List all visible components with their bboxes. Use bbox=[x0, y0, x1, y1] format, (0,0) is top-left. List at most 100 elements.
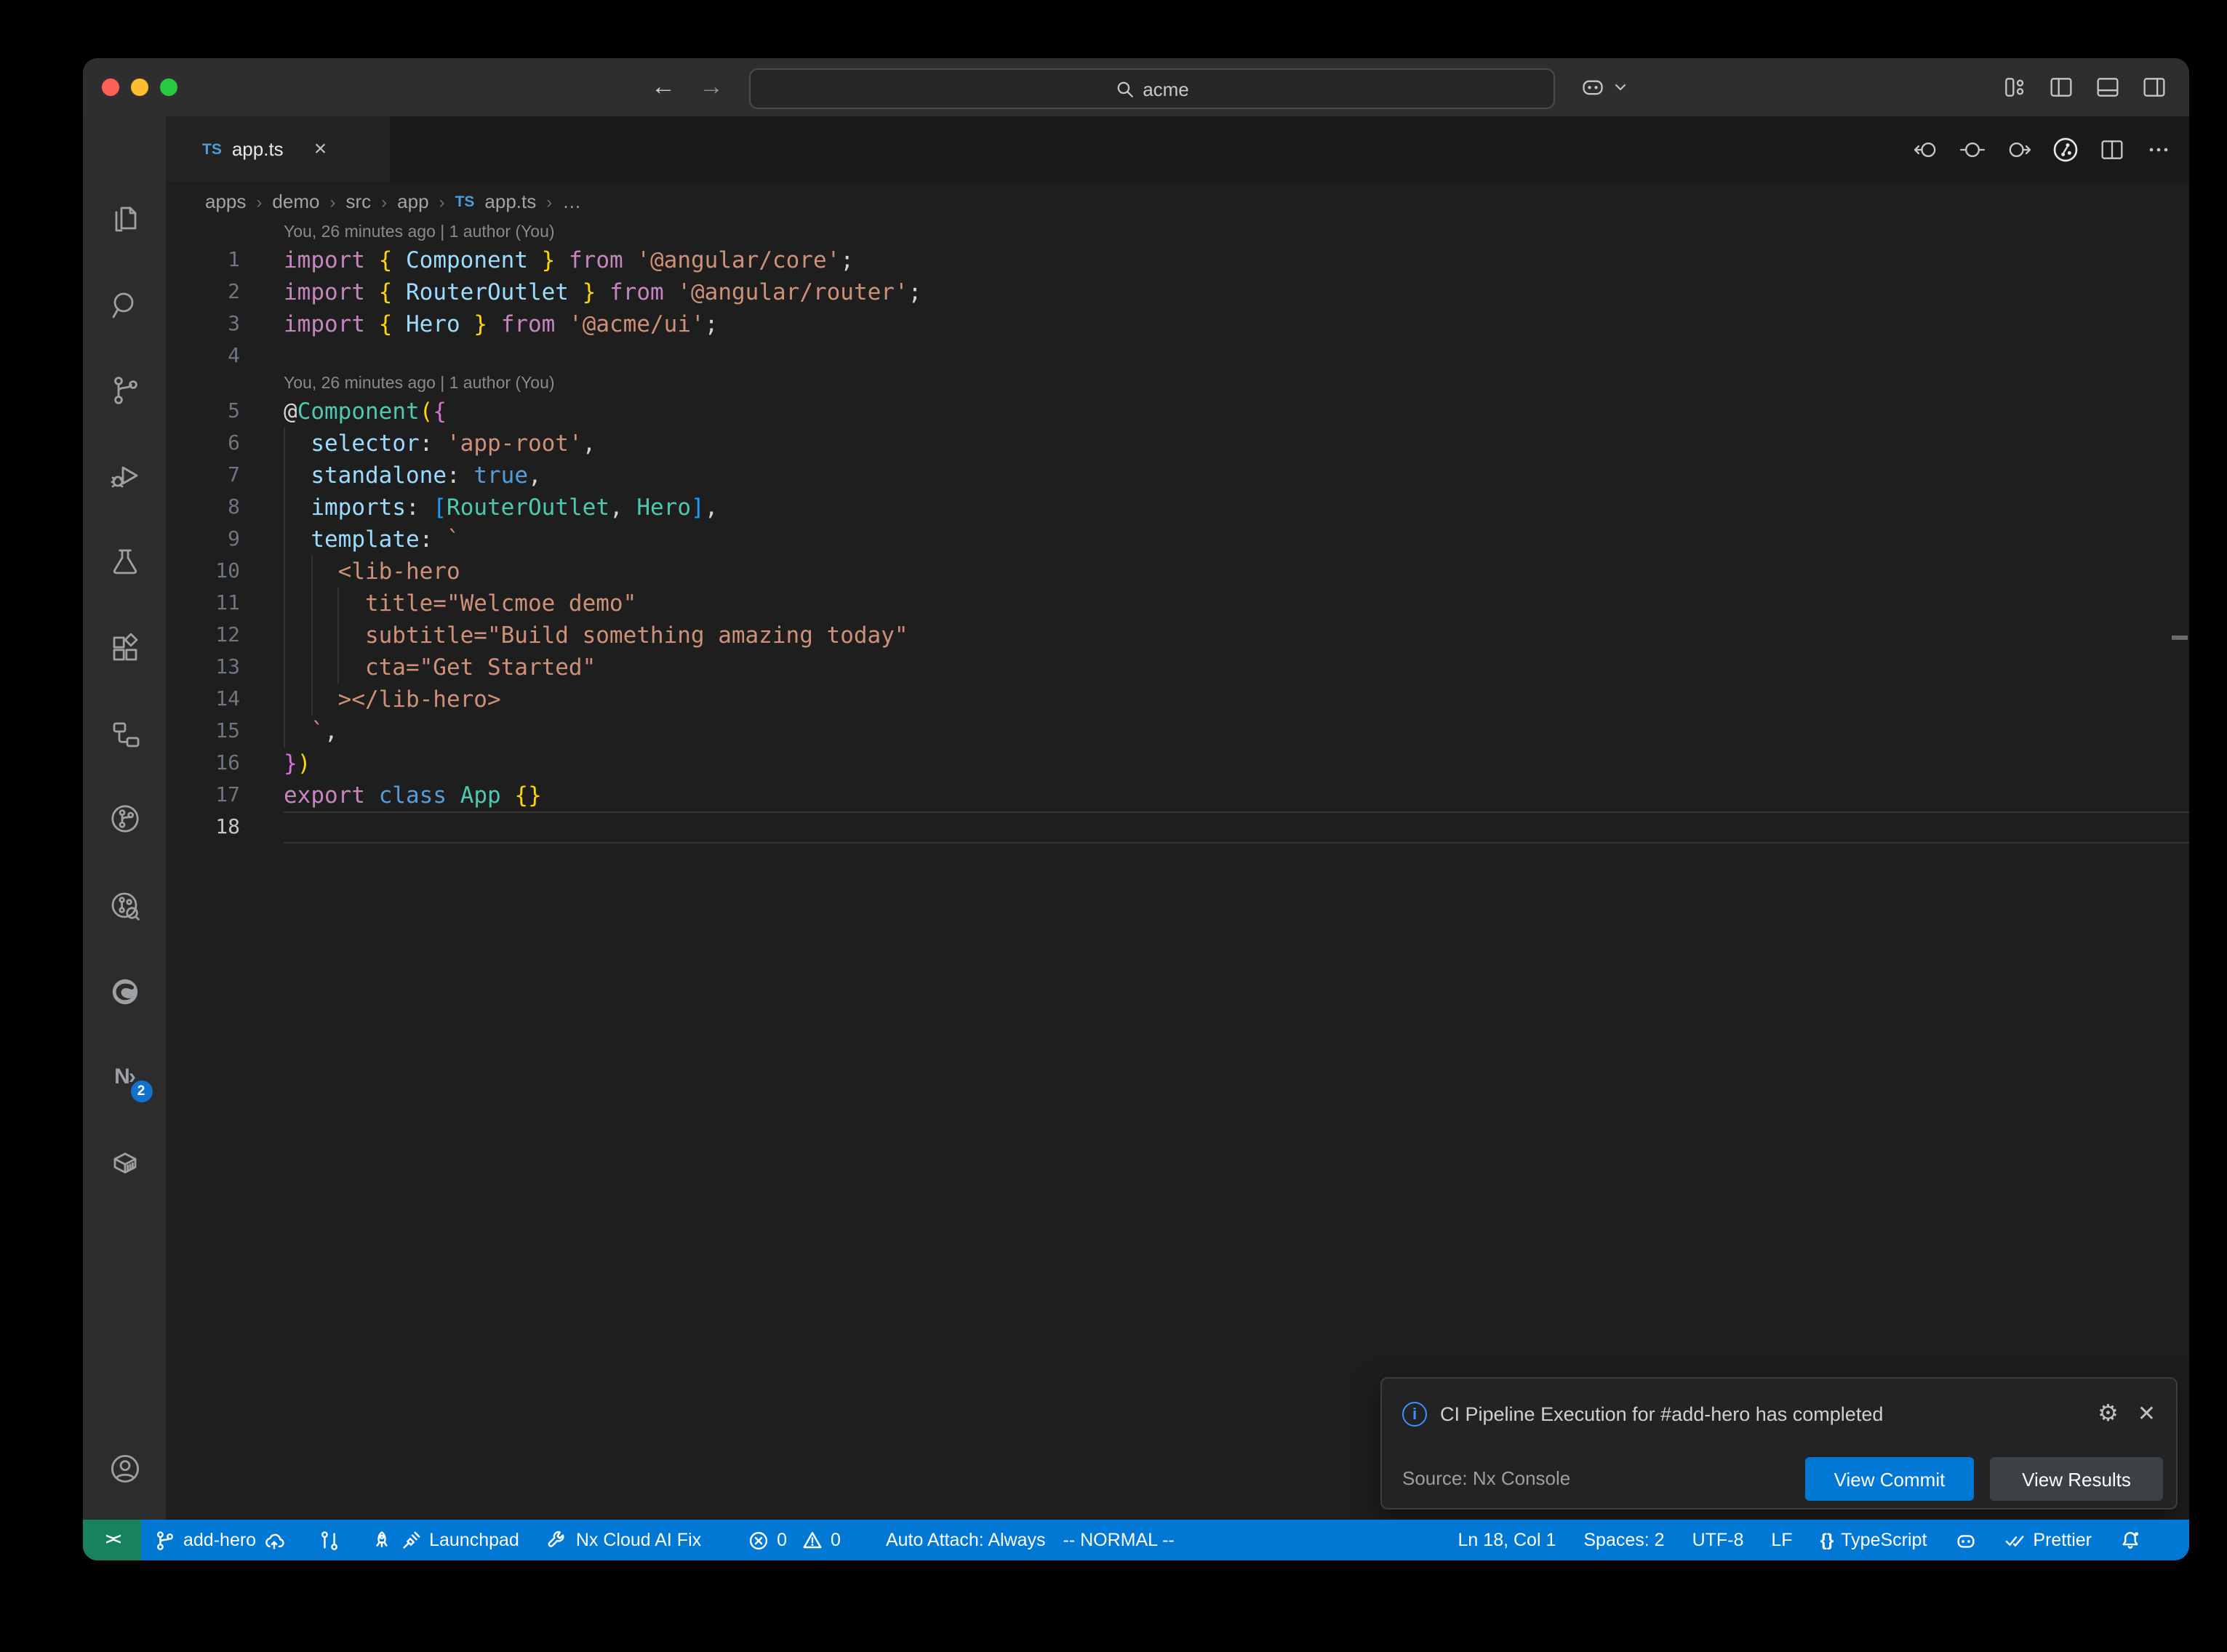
copilot-status-item[interactable] bbox=[1954, 1529, 1976, 1551]
compare-status-item[interactable] bbox=[319, 1529, 340, 1551]
chevron-down-icon[interactable] bbox=[1612, 79, 1629, 96]
zoom-window-button[interactable] bbox=[160, 79, 177, 96]
code-line-14[interactable]: 14 ></lib-hero> bbox=[166, 683, 2189, 715]
navigate-forward-circle-icon[interactable] bbox=[2004, 135, 2034, 164]
warning-count: 0 bbox=[831, 1530, 841, 1550]
remote-indicator[interactable]: >< bbox=[83, 1520, 141, 1560]
codelens-blame[interactable]: You, 26 minutes ago | 1 author (You) bbox=[166, 221, 2189, 244]
line-number: 17 bbox=[166, 779, 240, 811]
code-line-7[interactable]: 7 standalone: true, bbox=[166, 460, 2189, 492]
commit-graph-icon[interactable] bbox=[107, 801, 142, 836]
split-editor-icon[interactable] bbox=[2098, 135, 2127, 164]
vim-mode-status-item[interactable]: -- NORMAL -- bbox=[1063, 1530, 1175, 1550]
edge-tools-icon[interactable] bbox=[107, 974, 142, 1009]
close-window-button[interactable] bbox=[102, 79, 119, 96]
code-line-10[interactable]: 10 <lib-hero bbox=[166, 556, 2189, 588]
notifications-bell-item[interactable] bbox=[2119, 1529, 2141, 1551]
source-control-icon[interactable] bbox=[107, 372, 142, 407]
encoding-status-item[interactable]: UTF-8 bbox=[1692, 1530, 1744, 1550]
more-actions-icon[interactable] bbox=[2144, 135, 2173, 164]
breadcrumb-item-apps[interactable]: apps bbox=[205, 191, 246, 212]
line-number: 2 bbox=[166, 276, 240, 308]
code-line-6[interactable]: 6 selector: 'app-root', bbox=[166, 428, 2189, 460]
breadcrumb-item-demo[interactable]: demo bbox=[272, 191, 319, 212]
codelens-blame[interactable]: You, 26 minutes ago | 1 author (You) bbox=[166, 372, 2189, 396]
chevron-right-icon: › bbox=[329, 191, 335, 212]
code-line-8[interactable]: 8 imports: [RouterOutlet, Hero], bbox=[166, 492, 2189, 524]
breadcrumb-item-file[interactable]: app.ts bbox=[484, 191, 536, 212]
code-line-17[interactable]: 17export class App {} bbox=[166, 779, 2189, 811]
view-results-button[interactable]: View Results bbox=[1990, 1457, 2163, 1501]
hierarchy-icon[interactable] bbox=[107, 717, 142, 752]
line-number: 9 bbox=[166, 524, 240, 556]
panel-right-icon[interactable] bbox=[2140, 73, 2169, 102]
minimize-window-button[interactable] bbox=[131, 79, 148, 96]
notification-settings-gear-icon[interactable]: ⚙ bbox=[2098, 1399, 2119, 1428]
code-line-11[interactable]: 11 title="Welcmoe demo" bbox=[166, 588, 2189, 620]
circle-line-icon[interactable] bbox=[1958, 135, 1987, 164]
problems-status-item[interactable]: 0 0 bbox=[748, 1529, 841, 1551]
line-number: 3 bbox=[166, 308, 240, 340]
plug-icon bbox=[400, 1529, 422, 1551]
code-line-13[interactable]: 13 cta="Get Started" bbox=[166, 651, 2189, 683]
code-line-15[interactable]: 15 `, bbox=[166, 715, 2189, 747]
indentation-status-item[interactable]: Spaces: 2 bbox=[1583, 1530, 1664, 1550]
navigate-back-circle-icon[interactable] bbox=[1911, 135, 1940, 164]
breadcrumb: apps › demo › src › app › TS app.ts › … bbox=[166, 182, 2189, 221]
launchpad-status-item[interactable]: Launchpad bbox=[371, 1529, 519, 1551]
code-line-12[interactable]: 12 subtitle="Build something amazing tod… bbox=[166, 620, 2189, 651]
account-icon[interactable] bbox=[107, 1451, 142, 1486]
eol-status-item[interactable]: LF bbox=[1771, 1530, 1792, 1550]
commit-graph-circle-icon[interactable] bbox=[2051, 135, 2080, 164]
code-line-3[interactable]: 3import { Hero } from '@acme/ui'; bbox=[166, 308, 2189, 340]
rocket-icon bbox=[371, 1529, 393, 1551]
notification-close-icon[interactable]: ✕ bbox=[2138, 1400, 2156, 1427]
panel-left-icon[interactable] bbox=[2047, 73, 2076, 102]
cursor-position-status-item[interactable]: Ln 18, Col 1 bbox=[1458, 1530, 1556, 1550]
code-line-18[interactable]: 18 bbox=[166, 811, 2189, 843]
branch-status-item[interactable]: add-hero bbox=[154, 1529, 285, 1551]
nx-cloud-status-item[interactable]: Nx Cloud AI Fix bbox=[547, 1529, 701, 1551]
braces-icon: {} bbox=[1820, 1530, 1834, 1550]
tab-app-ts[interactable]: TS app.ts × bbox=[166, 116, 390, 182]
copilot-icon[interactable] bbox=[1578, 73, 1607, 102]
search-icon[interactable] bbox=[107, 288, 142, 323]
line-number: 12 bbox=[166, 620, 240, 651]
navigate-back-icon[interactable]: ← bbox=[647, 71, 679, 103]
notification-title: CI Pipeline Execution for #add-hero has … bbox=[1440, 1403, 2084, 1424]
auto-attach-status-item[interactable]: Auto Attach: Always bbox=[886, 1530, 1046, 1550]
commit-graph-search-icon[interactable] bbox=[107, 889, 142, 923]
testing-icon[interactable] bbox=[107, 544, 142, 579]
status-bar: >< add-hero bbox=[83, 1520, 2189, 1560]
container-icon[interactable] bbox=[107, 1146, 142, 1181]
files-icon[interactable] bbox=[107, 202, 142, 237]
code-line-1[interactable]: 1import { Component } from '@angular/cor… bbox=[166, 244, 2189, 276]
breadcrumb-item-symbol[interactable]: … bbox=[562, 191, 581, 212]
copilot-icon bbox=[1954, 1529, 1976, 1551]
breadcrumb-item-app[interactable]: app bbox=[397, 191, 428, 212]
breadcrumb-item-src[interactable]: src bbox=[345, 191, 371, 212]
line-number: 4 bbox=[166, 340, 240, 372]
navigate-forward-icon[interactable]: → bbox=[695, 71, 727, 103]
nx-console-icon[interactable]: N› 2 bbox=[107, 1060, 142, 1095]
code-line-4[interactable]: 4 bbox=[166, 340, 2189, 372]
view-commit-button[interactable]: View Commit bbox=[1805, 1457, 1974, 1501]
code-line-2[interactable]: 2import { RouterOutlet } from '@angular/… bbox=[166, 276, 2189, 308]
tab-close-icon[interactable]: × bbox=[314, 138, 327, 160]
overview-ruler-mark bbox=[2172, 635, 2188, 640]
command-center-search[interactable]: acme bbox=[749, 68, 1555, 109]
code-line-16[interactable]: 16}) bbox=[166, 747, 2189, 779]
tab-bar: TS app.ts × bbox=[166, 116, 2189, 182]
notification-source: Source: Nx Console bbox=[1402, 1467, 1570, 1489]
prettier-status-item[interactable]: Prettier bbox=[2004, 1529, 2092, 1551]
extensions-icon[interactable] bbox=[107, 631, 142, 666]
run-debug-icon[interactable] bbox=[107, 458, 142, 493]
code-line-5[interactable]: 5@Component({ bbox=[166, 396, 2189, 428]
code-editor[interactable]: You, 26 minutes ago | 1 author (You)1imp… bbox=[166, 221, 2189, 1520]
customize-layout-icon[interactable] bbox=[2000, 73, 2029, 102]
panel-bottom-icon[interactable] bbox=[2093, 73, 2122, 102]
info-icon: i bbox=[1402, 1401, 1427, 1426]
code-line-9[interactable]: 9 template: ` bbox=[166, 524, 2189, 556]
language-status-item[interactable]: {} TypeScript bbox=[1820, 1530, 1927, 1550]
line-number: 1 bbox=[166, 244, 240, 276]
